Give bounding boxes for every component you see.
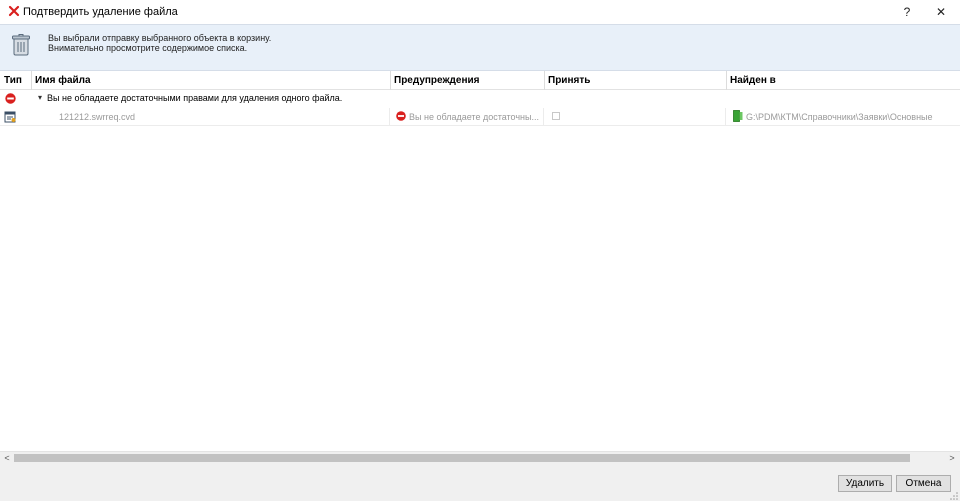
column-header-row: Тип Имя файла Предупреждения Принять Най…: [0, 71, 960, 90]
delete-button[interactable]: Удалить: [838, 475, 892, 492]
table-row[interactable]: 121212.swrreq.cvd Вы не обладаете достат…: [0, 107, 960, 126]
chevron-down-icon[interactable]: ▾: [38, 93, 42, 102]
column-header-found-in[interactable]: Найден в: [726, 71, 960, 90]
resize-grip-icon[interactable]: [950, 492, 958, 500]
column-header-filename[interactable]: Имя файла: [31, 71, 389, 90]
horizontal-scrollbar[interactable]: < >: [0, 451, 960, 463]
found-in-cell: G:\PDM\КТМ\Справочники\Заявки\Основные: [746, 112, 933, 122]
column-header-accept[interactable]: Принять: [544, 71, 726, 90]
drawing-file-icon: [4, 111, 16, 123]
column-header-warnings[interactable]: Предупреждения: [390, 71, 544, 90]
cancel-button[interactable]: Отмена: [896, 475, 951, 492]
close-button[interactable]: ✕: [926, 0, 956, 24]
accept-checkbox[interactable]: [552, 112, 560, 120]
file-name-cell: 121212.swrreq.cvd: [59, 112, 136, 122]
info-message-line2: Внимательно просмотрите содержимое списк…: [48, 43, 248, 53]
file-list-grid: Тип Имя файла Предупреждения Принять Най…: [0, 71, 960, 451]
scrollbar-thumb[interactable]: [14, 454, 910, 462]
red-x-icon: [8, 5, 20, 17]
green-folder-icon: [733, 110, 743, 122]
window-title: Подтвердить удаление файла: [23, 6, 178, 18]
stop-icon: [5, 93, 16, 104]
recycle-bin-icon: [12, 34, 30, 56]
column-header-type[interactable]: Тип: [0, 71, 31, 90]
group-label: Вы не обладаете достаточными правами для…: [47, 93, 343, 103]
info-message-line1: Вы выбрали отправку выбранного объекта в…: [48, 33, 272, 43]
group-row[interactable]: ▾ Вы не обладаете достаточными правами д…: [0, 90, 960, 107]
info-panel: Вы выбрали отправку выбранного объекта в…: [0, 24, 960, 71]
warning-cell: Вы не обладаете достаточны...: [409, 112, 539, 122]
dialog-footer: Удалить Отмена: [0, 463, 960, 501]
stop-icon: [396, 111, 406, 121]
title-bar: Подтвердить удаление файла ? ✕: [0, 0, 960, 24]
help-button[interactable]: ?: [892, 0, 922, 24]
